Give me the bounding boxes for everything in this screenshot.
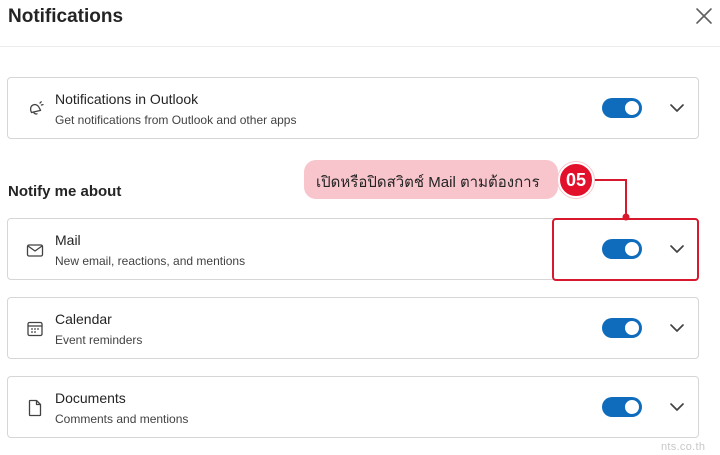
page-title: Notifications [8, 6, 124, 27]
outlook-notifications-expand-button[interactable] [667, 100, 687, 116]
outlook-notifications-description: Get notifications from Outlook and other… [55, 113, 297, 127]
mail-toggle[interactable] [602, 239, 642, 259]
chevron-down-icon [670, 245, 684, 253]
calendar-icon [25, 319, 45, 339]
mail-card: Mail New email, reactions, and mentions [7, 218, 699, 280]
mail-icon [25, 240, 45, 260]
section-title: Notify me about [8, 183, 122, 200]
documents-toggle[interactable] [602, 397, 642, 417]
document-icon [25, 398, 45, 418]
calendar-description: Event reminders [55, 333, 143, 347]
chevron-down-icon [670, 324, 684, 332]
documents-expand-button[interactable] [667, 399, 687, 415]
mail-description: New email, reactions, and mentions [55, 254, 246, 268]
toggle-knob [625, 400, 639, 414]
chevron-down-icon [670, 403, 684, 411]
annotation-text: เปิดหรือปิดสวิตช์ Mail ตามต้องการ [316, 174, 540, 191]
documents-card: Documents Comments and mentions [7, 376, 699, 438]
notification-bell-icon [25, 99, 45, 119]
calendar-card: Calendar Event reminders [7, 297, 699, 359]
outlook-notifications-toggle[interactable] [602, 98, 642, 118]
watermark: nts.co.th [661, 441, 706, 453]
outlook-notifications-title: Notifications in Outlook [55, 91, 199, 107]
chevron-down-icon [670, 104, 684, 112]
documents-title: Documents [55, 390, 126, 406]
close-button[interactable] [692, 4, 716, 28]
mail-expand-button[interactable] [667, 241, 687, 257]
toggle-knob [625, 101, 639, 115]
mail-title: Mail [55, 232, 81, 248]
calendar-expand-button[interactable] [667, 320, 687, 336]
toggle-knob [625, 242, 639, 256]
documents-description: Comments and mentions [55, 412, 189, 426]
step-badge: 05 [558, 162, 594, 198]
dialog-header: Notifications [0, 0, 720, 47]
toggle-knob [625, 321, 639, 335]
calendar-toggle[interactable] [602, 318, 642, 338]
close-icon [696, 8, 712, 24]
outlook-notifications-card: Notifications in Outlook Get notificatio… [7, 77, 699, 139]
calendar-title: Calendar [55, 311, 112, 327]
